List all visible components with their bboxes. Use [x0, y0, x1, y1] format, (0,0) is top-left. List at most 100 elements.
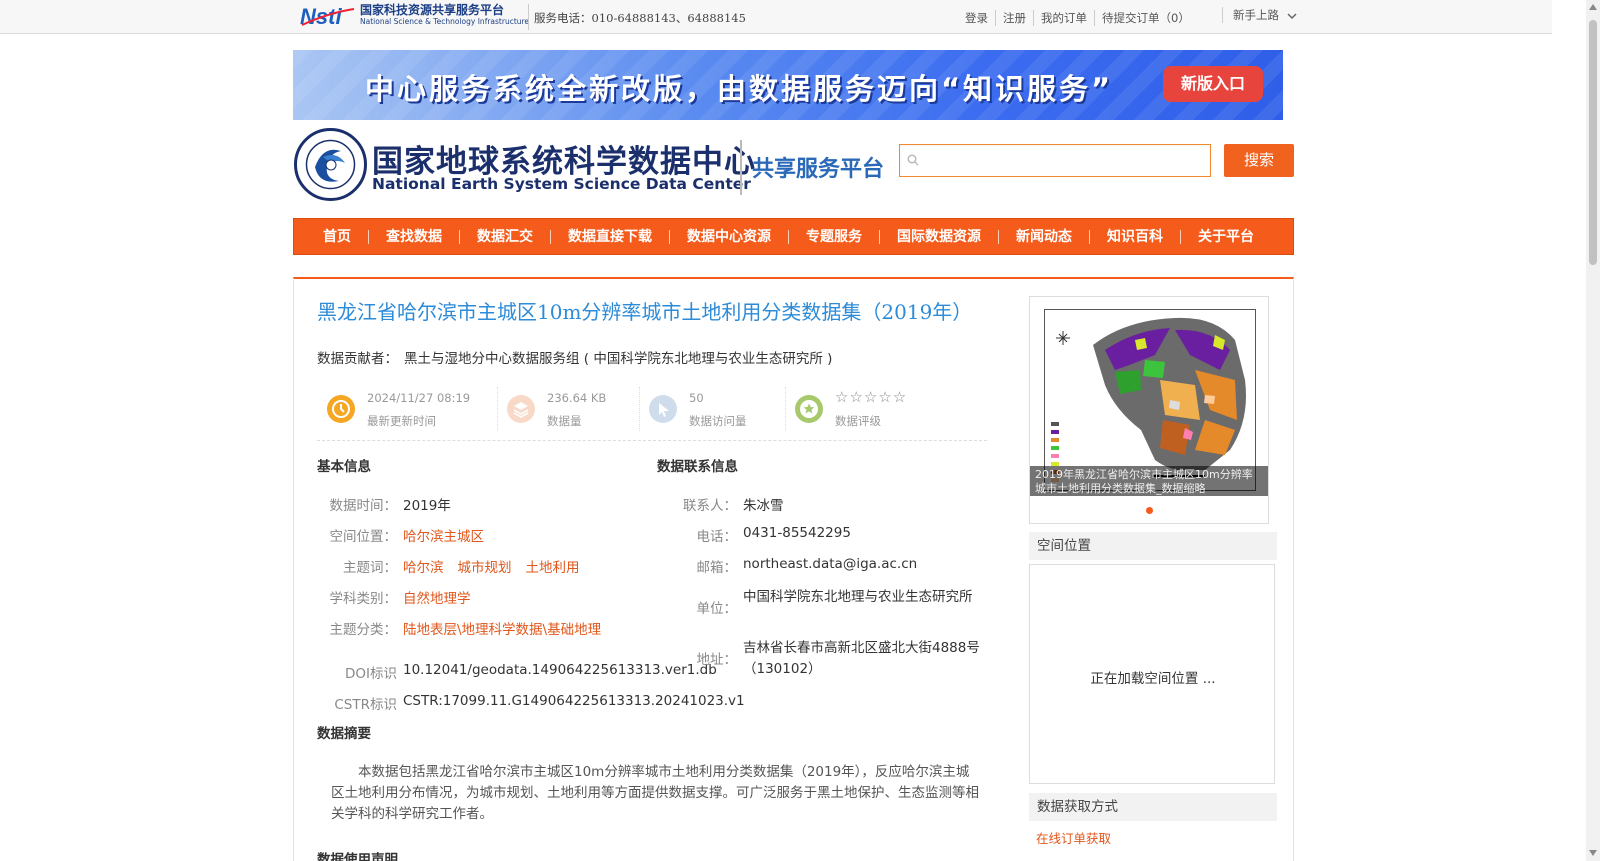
page-scrollbar[interactable]	[1586, 0, 1600, 861]
star-badge-icon	[795, 395, 823, 423]
newbie-guide-label: 新手上路	[1233, 8, 1279, 22]
nav-item-about[interactable]: 关于平台	[1180, 229, 1271, 244]
nav-item-home[interactable]: 首页	[294, 230, 368, 244]
pending-orders-link[interactable]: 待提交订单（0）	[1094, 10, 1197, 26]
newbie-guide-dropdown[interactable]: 新手上路	[1222, 7, 1297, 23]
contact-email-value[interactable]: northeast.data@iga.ac.cn	[743, 556, 917, 572]
register-link[interactable]: 注册	[995, 10, 1033, 26]
search-input[interactable]	[899, 144, 1211, 177]
info-cstr-value: CSTR:17099.11.G149064225613313.20241023.…	[403, 693, 745, 709]
banner-text: 中心服务系统全新改版，由数据服务迈向“知识服务”	[365, 72, 1114, 106]
search-button[interactable]: 搜索	[1224, 144, 1294, 177]
scrollbar-thumb[interactable]	[1589, 20, 1597, 265]
stat-separator	[639, 387, 640, 431]
layers-icon	[507, 395, 535, 423]
platform-name-en: National Science & Technology Infrastruc…	[360, 17, 530, 26]
promo-banner[interactable]: 中心服务系统全新改版，由数据服务迈向“知识服务” 新版入口	[293, 50, 1283, 120]
nav-item-direct-download[interactable]: 数据直接下载	[550, 229, 669, 244]
contributor-label: 数据贡献者：	[317, 351, 398, 367]
stat-rating: ☆☆☆☆☆ 数据评级	[785, 385, 985, 431]
platform-name-cn: 国家科技资源共享服务平台	[360, 3, 505, 17]
info-discipline-link[interactable]: 自然地理学	[403, 587, 471, 607]
visits-label: 数据访问量	[689, 414, 747, 428]
abstract-heading: 数据摘要	[317, 726, 371, 742]
info-cstr-label: CSTR标识	[334, 697, 397, 713]
nav-item-center-resources[interactable]: 数据中心资源	[669, 229, 788, 244]
contact-email-label: 邮箱：	[696, 560, 738, 576]
info-location-link[interactable]: 哈尔滨主城区	[403, 525, 484, 545]
rating-label: 数据评级	[835, 414, 881, 428]
my-orders-link[interactable]: 我的订单	[1033, 10, 1094, 26]
nav-item-find-data[interactable]: 查找数据	[368, 229, 459, 244]
updated-value: 2024/11/27 08:19	[367, 391, 471, 405]
basic-info-heading: 基本信息	[317, 459, 371, 475]
dataset-stats: 2024/11/27 08:19 最新更新时间 236.64 KB 数据量 50…	[317, 385, 987, 441]
usage-heading: 数据使用声明	[317, 852, 398, 861]
data-center-title-en: National Earth System Science Data Cente…	[372, 175, 751, 193]
nav-item-news[interactable]: 新闻动态	[998, 229, 1089, 244]
contact-info-heading: 数据联系信息	[657, 459, 738, 475]
info-time-label: 数据时间：	[329, 498, 398, 514]
carousel-dot-active[interactable]	[1146, 507, 1153, 514]
contributor: 数据贡献者： 黑土与湿地分中心数据服务组 ( 中国科学院东北地理与农业生态研究所 …	[317, 347, 832, 367]
top-bar: Nsti 国家科技资源共享服务平台 National Science & Tec…	[0, 0, 1552, 34]
nav-item-international-data[interactable]: 国际数据资源	[879, 229, 998, 244]
rating-stars[interactable]: ☆☆☆☆☆	[835, 388, 907, 406]
data-center-seal-logo[interactable]	[293, 127, 368, 202]
land-use-thumbnail[interactable]	[1044, 309, 1256, 491]
info-doi-label: DOI标识	[344, 666, 397, 682]
keyword-link[interactable]: 土地利用	[526, 560, 580, 576]
main-nav: 首页 查找数据 数据汇交 数据直接下载 数据中心资源 专题服务 国际数据资源 新…	[293, 218, 1294, 255]
contact-phone-label: 电话：	[696, 529, 738, 545]
stat-separator	[785, 387, 786, 431]
contact-address-label: 地址：	[696, 652, 738, 668]
top-divider	[528, 4, 529, 30]
stat-separator	[497, 387, 498, 431]
info-category-label: 主题分类：	[329, 622, 398, 638]
new-version-button[interactable]: 新版入口	[1163, 66, 1263, 102]
contact-address-value: 吉林省长春市高新北区盛北大街4888号（130102）	[743, 640, 980, 677]
size-label: 数据量	[547, 414, 582, 428]
contact-org-value: 中国科学院东北地理与农业生态研究所	[743, 589, 973, 605]
size-value: 236.64 KB	[547, 391, 607, 405]
stat-updated: 2024/11/27 08:19 最新更新时间	[317, 385, 497, 431]
space-heading: 空间位置	[1029, 532, 1277, 560]
logo-separator	[740, 140, 742, 195]
access-heading: 数据获取方式	[1029, 793, 1277, 821]
thumbnail-caption: 2019年黑龙江省哈尔滨市主城区10m分辨率城市土地利用分类数据集_数据缩略	[1030, 466, 1268, 496]
thumbnail-carousel[interactable]: 2019年黑龙江省哈尔滨市主城区10m分辨率城市土地利用分类数据集_数据缩略	[1029, 296, 1269, 524]
keyword-link[interactable]: 哈尔滨	[403, 560, 444, 576]
nav-item-data-submission[interactable]: 数据汇交	[459, 229, 550, 244]
info-discipline-label: 学科类别：	[329, 591, 398, 607]
land-use-map-image	[1045, 310, 1255, 490]
info-category-link[interactable]: 陆地表层\地理科学数据\基础地理	[403, 618, 601, 638]
scroll-down-icon[interactable]	[1589, 850, 1597, 856]
info-time-value: 2019年	[403, 498, 451, 514]
abstract-text: 本数据包括黑龙江省哈尔滨市主城区10m分辨率城市土地利用分类数据集（2019年）…	[331, 764, 979, 822]
clock-icon	[327, 395, 355, 423]
keyword-list: 哈尔滨 城市规划 土地利用	[403, 556, 594, 576]
nav-item-topic-services[interactable]: 专题服务	[788, 229, 879, 244]
top-links: 登录 注册 我的订单 待提交订单（0）	[958, 10, 1197, 26]
spatial-map[interactable]: 正在加载空间位置 ...	[1029, 564, 1275, 784]
dataset-title: 黑龙江省哈尔滨市主城区10m分辨率城市土地利用分类数据集（2019年）	[317, 300, 973, 324]
contact-person-value: 朱冰雪	[743, 498, 784, 514]
contributor-value: 黑土与湿地分中心数据服务组 ( 中国科学院东北地理与农业生态研究所 )	[404, 351, 833, 367]
space-loading-text: 正在加载空间位置 ...	[1090, 671, 1216, 687]
updated-label: 最新更新时间	[367, 414, 436, 428]
contact-person-label: 联系人：	[683, 498, 737, 514]
online-order-link[interactable]: 在线订单获取	[1036, 828, 1111, 847]
service-hotline: 服务电话：010-64888143、64888145	[534, 11, 746, 25]
keyword-link[interactable]: 城市规划	[458, 560, 512, 576]
visits-value: 50	[689, 391, 704, 405]
chevron-down-icon	[1287, 12, 1297, 19]
login-link[interactable]: 登录	[958, 10, 995, 26]
info-location-label: 空间位置：	[329, 529, 398, 545]
scroll-up-icon[interactable]	[1589, 4, 1597, 10]
platform-subtitle: 共享服务平台	[752, 157, 885, 182]
stat-size: 236.64 KB 数据量	[497, 385, 639, 431]
search-icon	[907, 154, 919, 166]
nav-item-knowledge[interactable]: 知识百科	[1089, 229, 1180, 244]
contact-org-label: 单位：	[696, 601, 738, 617]
cursor-icon	[649, 395, 677, 423]
